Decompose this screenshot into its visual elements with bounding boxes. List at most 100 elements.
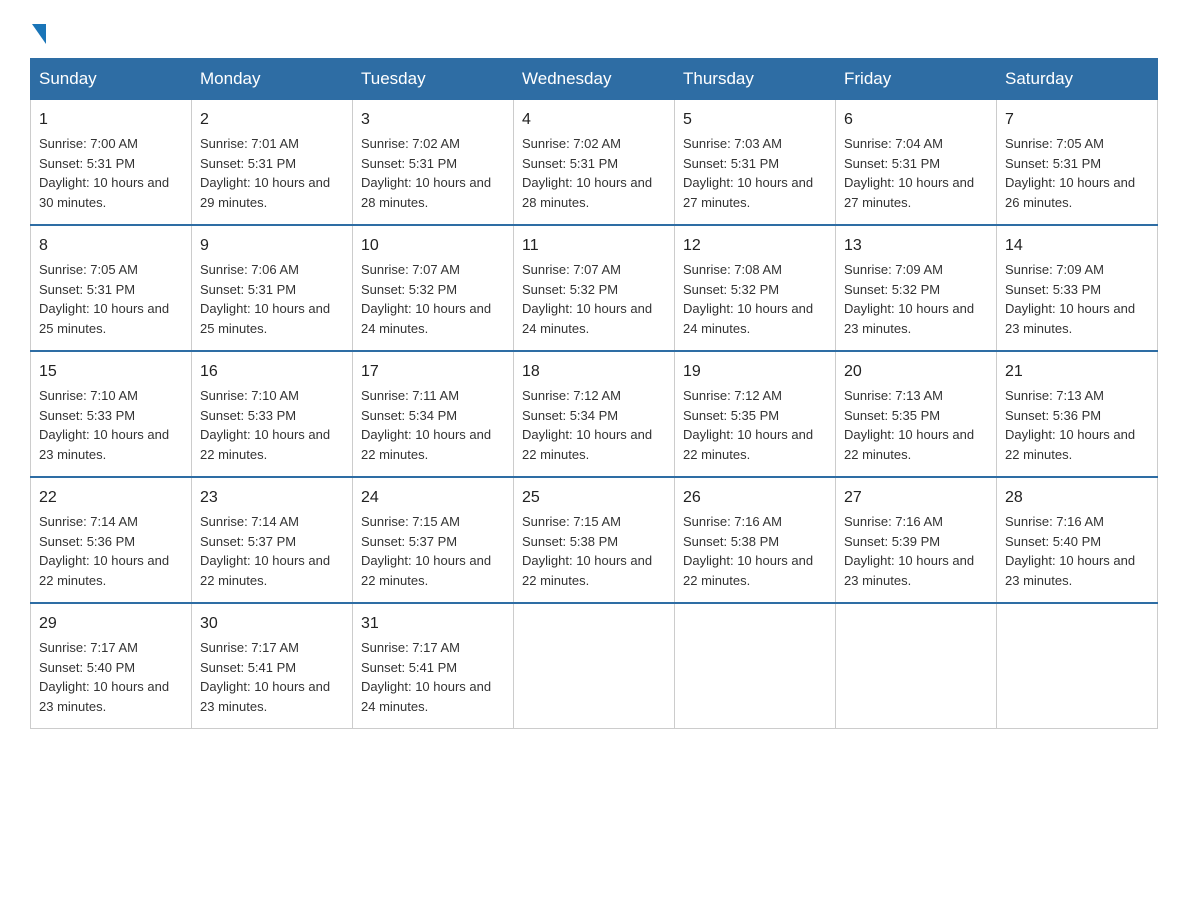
day-cell: 12 Sunrise: 7:08 AMSunset: 5:32 PMDaylig… bbox=[675, 225, 836, 351]
day-info: Sunrise: 7:17 AMSunset: 5:41 PMDaylight:… bbox=[361, 640, 491, 714]
day-cell: 27 Sunrise: 7:16 AMSunset: 5:39 PMDaylig… bbox=[836, 477, 997, 603]
header-row: SundayMondayTuesdayWednesdayThursdayFrid… bbox=[31, 59, 1158, 100]
day-number: 25 bbox=[522, 486, 666, 510]
calendar-header: SundayMondayTuesdayWednesdayThursdayFrid… bbox=[31, 59, 1158, 100]
day-number: 2 bbox=[200, 108, 344, 132]
day-number: 12 bbox=[683, 234, 827, 258]
week-row-1: 1 Sunrise: 7:00 AMSunset: 5:31 PMDayligh… bbox=[31, 100, 1158, 226]
day-cell: 31 Sunrise: 7:17 AMSunset: 5:41 PMDaylig… bbox=[353, 603, 514, 729]
day-number: 22 bbox=[39, 486, 183, 510]
day-number: 28 bbox=[1005, 486, 1149, 510]
day-cell: 15 Sunrise: 7:10 AMSunset: 5:33 PMDaylig… bbox=[31, 351, 192, 477]
day-info: Sunrise: 7:12 AMSunset: 5:34 PMDaylight:… bbox=[522, 388, 652, 462]
day-number: 9 bbox=[200, 234, 344, 258]
header-friday: Friday bbox=[836, 59, 997, 100]
day-info: Sunrise: 7:16 AMSunset: 5:38 PMDaylight:… bbox=[683, 514, 813, 588]
day-info: Sunrise: 7:02 AMSunset: 5:31 PMDaylight:… bbox=[522, 136, 652, 210]
day-number: 20 bbox=[844, 360, 988, 384]
day-cell: 29 Sunrise: 7:17 AMSunset: 5:40 PMDaylig… bbox=[31, 603, 192, 729]
day-cell bbox=[675, 603, 836, 729]
day-info: Sunrise: 7:10 AMSunset: 5:33 PMDaylight:… bbox=[200, 388, 330, 462]
logo bbox=[30, 20, 48, 40]
day-number: 13 bbox=[844, 234, 988, 258]
day-cell: 14 Sunrise: 7:09 AMSunset: 5:33 PMDaylig… bbox=[997, 225, 1158, 351]
day-number: 1 bbox=[39, 108, 183, 132]
day-cell: 16 Sunrise: 7:10 AMSunset: 5:33 PMDaylig… bbox=[192, 351, 353, 477]
day-info: Sunrise: 7:06 AMSunset: 5:31 PMDaylight:… bbox=[200, 262, 330, 336]
day-info: Sunrise: 7:00 AMSunset: 5:31 PMDaylight:… bbox=[39, 136, 169, 210]
logo-arrow-icon bbox=[32, 24, 46, 44]
day-number: 24 bbox=[361, 486, 505, 510]
day-number: 10 bbox=[361, 234, 505, 258]
week-row-4: 22 Sunrise: 7:14 AMSunset: 5:36 PMDaylig… bbox=[31, 477, 1158, 603]
day-cell: 21 Sunrise: 7:13 AMSunset: 5:36 PMDaylig… bbox=[997, 351, 1158, 477]
day-info: Sunrise: 7:07 AMSunset: 5:32 PMDaylight:… bbox=[361, 262, 491, 336]
day-info: Sunrise: 7:05 AMSunset: 5:31 PMDaylight:… bbox=[39, 262, 169, 336]
day-number: 6 bbox=[844, 108, 988, 132]
day-info: Sunrise: 7:13 AMSunset: 5:36 PMDaylight:… bbox=[1005, 388, 1135, 462]
day-info: Sunrise: 7:12 AMSunset: 5:35 PMDaylight:… bbox=[683, 388, 813, 462]
day-number: 29 bbox=[39, 612, 183, 636]
day-cell: 24 Sunrise: 7:15 AMSunset: 5:37 PMDaylig… bbox=[353, 477, 514, 603]
day-number: 18 bbox=[522, 360, 666, 384]
day-cell: 13 Sunrise: 7:09 AMSunset: 5:32 PMDaylig… bbox=[836, 225, 997, 351]
calendar-table: SundayMondayTuesdayWednesdayThursdayFrid… bbox=[30, 58, 1158, 729]
day-number: 3 bbox=[361, 108, 505, 132]
day-cell bbox=[836, 603, 997, 729]
day-info: Sunrise: 7:14 AMSunset: 5:36 PMDaylight:… bbox=[39, 514, 169, 588]
header-sunday: Sunday bbox=[31, 59, 192, 100]
day-number: 8 bbox=[39, 234, 183, 258]
day-cell: 18 Sunrise: 7:12 AMSunset: 5:34 PMDaylig… bbox=[514, 351, 675, 477]
day-cell: 22 Sunrise: 7:14 AMSunset: 5:36 PMDaylig… bbox=[31, 477, 192, 603]
day-info: Sunrise: 7:15 AMSunset: 5:38 PMDaylight:… bbox=[522, 514, 652, 588]
day-number: 15 bbox=[39, 360, 183, 384]
header-wednesday: Wednesday bbox=[514, 59, 675, 100]
day-cell: 9 Sunrise: 7:06 AMSunset: 5:31 PMDayligh… bbox=[192, 225, 353, 351]
day-cell bbox=[514, 603, 675, 729]
day-info: Sunrise: 7:10 AMSunset: 5:33 PMDaylight:… bbox=[39, 388, 169, 462]
day-info: Sunrise: 7:15 AMSunset: 5:37 PMDaylight:… bbox=[361, 514, 491, 588]
day-cell: 30 Sunrise: 7:17 AMSunset: 5:41 PMDaylig… bbox=[192, 603, 353, 729]
day-info: Sunrise: 7:02 AMSunset: 5:31 PMDaylight:… bbox=[361, 136, 491, 210]
week-row-5: 29 Sunrise: 7:17 AMSunset: 5:40 PMDaylig… bbox=[31, 603, 1158, 729]
day-number: 27 bbox=[844, 486, 988, 510]
day-cell: 19 Sunrise: 7:12 AMSunset: 5:35 PMDaylig… bbox=[675, 351, 836, 477]
day-cell: 1 Sunrise: 7:00 AMSunset: 5:31 PMDayligh… bbox=[31, 100, 192, 226]
day-cell: 23 Sunrise: 7:14 AMSunset: 5:37 PMDaylig… bbox=[192, 477, 353, 603]
day-info: Sunrise: 7:08 AMSunset: 5:32 PMDaylight:… bbox=[683, 262, 813, 336]
day-info: Sunrise: 7:04 AMSunset: 5:31 PMDaylight:… bbox=[844, 136, 974, 210]
day-cell bbox=[997, 603, 1158, 729]
day-info: Sunrise: 7:07 AMSunset: 5:32 PMDaylight:… bbox=[522, 262, 652, 336]
day-number: 4 bbox=[522, 108, 666, 132]
day-info: Sunrise: 7:01 AMSunset: 5:31 PMDaylight:… bbox=[200, 136, 330, 210]
day-info: Sunrise: 7:14 AMSunset: 5:37 PMDaylight:… bbox=[200, 514, 330, 588]
header-saturday: Saturday bbox=[997, 59, 1158, 100]
day-number: 19 bbox=[683, 360, 827, 384]
day-cell: 3 Sunrise: 7:02 AMSunset: 5:31 PMDayligh… bbox=[353, 100, 514, 226]
day-number: 30 bbox=[200, 612, 344, 636]
day-info: Sunrise: 7:16 AMSunset: 5:39 PMDaylight:… bbox=[844, 514, 974, 588]
week-row-2: 8 Sunrise: 7:05 AMSunset: 5:31 PMDayligh… bbox=[31, 225, 1158, 351]
day-info: Sunrise: 7:09 AMSunset: 5:32 PMDaylight:… bbox=[844, 262, 974, 336]
day-cell: 2 Sunrise: 7:01 AMSunset: 5:31 PMDayligh… bbox=[192, 100, 353, 226]
day-cell: 17 Sunrise: 7:11 AMSunset: 5:34 PMDaylig… bbox=[353, 351, 514, 477]
day-cell: 5 Sunrise: 7:03 AMSunset: 5:31 PMDayligh… bbox=[675, 100, 836, 226]
day-number: 7 bbox=[1005, 108, 1149, 132]
day-number: 21 bbox=[1005, 360, 1149, 384]
header-monday: Monday bbox=[192, 59, 353, 100]
day-number: 31 bbox=[361, 612, 505, 636]
day-info: Sunrise: 7:13 AMSunset: 5:35 PMDaylight:… bbox=[844, 388, 974, 462]
day-cell: 6 Sunrise: 7:04 AMSunset: 5:31 PMDayligh… bbox=[836, 100, 997, 226]
day-info: Sunrise: 7:17 AMSunset: 5:40 PMDaylight:… bbox=[39, 640, 169, 714]
day-number: 16 bbox=[200, 360, 344, 384]
day-cell: 26 Sunrise: 7:16 AMSunset: 5:38 PMDaylig… bbox=[675, 477, 836, 603]
day-cell: 28 Sunrise: 7:16 AMSunset: 5:40 PMDaylig… bbox=[997, 477, 1158, 603]
day-cell: 10 Sunrise: 7:07 AMSunset: 5:32 PMDaylig… bbox=[353, 225, 514, 351]
day-number: 5 bbox=[683, 108, 827, 132]
day-info: Sunrise: 7:17 AMSunset: 5:41 PMDaylight:… bbox=[200, 640, 330, 714]
day-cell: 11 Sunrise: 7:07 AMSunset: 5:32 PMDaylig… bbox=[514, 225, 675, 351]
day-cell: 8 Sunrise: 7:05 AMSunset: 5:31 PMDayligh… bbox=[31, 225, 192, 351]
day-cell: 25 Sunrise: 7:15 AMSunset: 5:38 PMDaylig… bbox=[514, 477, 675, 603]
day-cell: 7 Sunrise: 7:05 AMSunset: 5:31 PMDayligh… bbox=[997, 100, 1158, 226]
calendar-body: 1 Sunrise: 7:00 AMSunset: 5:31 PMDayligh… bbox=[31, 100, 1158, 729]
